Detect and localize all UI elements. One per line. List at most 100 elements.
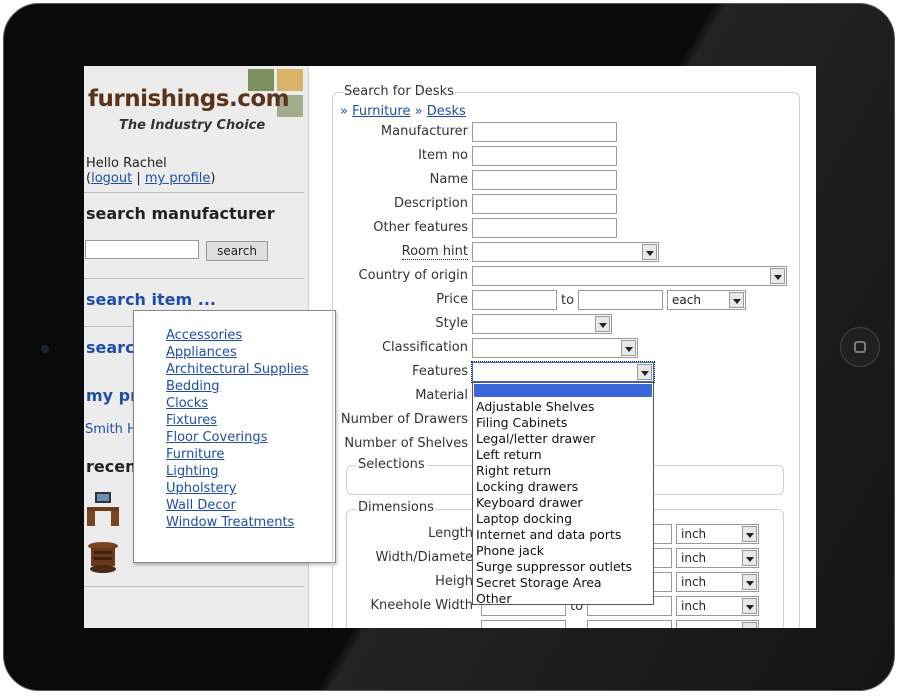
dimension-unit-select[interactable]: inch	[676, 548, 759, 568]
screen: furnishings.com The Industry Choice Hell…	[84, 66, 816, 628]
chevron-down-icon	[742, 622, 757, 628]
country-select[interactable]	[472, 266, 787, 286]
room-hint-select[interactable]	[472, 242, 659, 262]
my-profile-heading[interactable]: my pr	[86, 386, 138, 405]
unit-value: inch	[681, 551, 707, 565]
my-profile-link[interactable]: my profile	[145, 171, 211, 186]
feature-option[interactable]: Surge suppressor outlets	[476, 559, 632, 574]
feature-option[interactable]: Adjustable Shelves	[476, 399, 594, 414]
dimension-label: Kneehole Width	[370, 598, 473, 613]
camera-icon	[41, 345, 49, 353]
dimension-label: Length	[428, 526, 473, 541]
name-label: Name	[429, 172, 468, 187]
category-menu: Accessories Appliances Architectural Sup…	[133, 310, 336, 563]
price-min-field[interactable]	[472, 290, 557, 310]
category-link[interactable]: Upholstery	[166, 480, 236, 497]
recent-heading: recen	[86, 457, 137, 476]
selections-legend: Selections	[356, 457, 427, 472]
feature-option[interactable]: Other	[476, 591, 512, 606]
category-link[interactable]: Accessories	[166, 327, 242, 344]
dimension-max-field[interactable]	[587, 620, 672, 628]
breadcrumb-desks[interactable]: Desks	[427, 104, 466, 119]
dimension-label: Width/Diamete	[375, 550, 474, 565]
dimension-unit-select[interactable]: inch	[676, 572, 759, 592]
dimension-unit-select[interactable]: inch	[676, 524, 759, 544]
chevron-down-icon	[742, 574, 757, 590]
highlighted-option[interactable]	[474, 384, 652, 397]
category-link[interactable]: Bedding	[166, 378, 220, 395]
category-link[interactable]: Clocks	[166, 395, 208, 412]
unit-value: inch	[681, 527, 707, 541]
site-logo[interactable]: furnishings.com	[88, 86, 290, 112]
form-legend: Search for Desks	[343, 84, 455, 99]
item-no-field[interactable]	[472, 146, 617, 166]
category-link[interactable]: Appliances	[166, 344, 237, 361]
dimension-label: Heigh	[435, 574, 473, 589]
name-field[interactable]	[472, 170, 617, 190]
divider	[84, 192, 304, 193]
other-features-label: Other features	[373, 220, 468, 235]
feature-option[interactable]: Filing Cabinets	[476, 415, 567, 430]
partial-link[interactable]: Smith H	[85, 422, 137, 437]
unit-value: inch	[681, 599, 707, 613]
other-features-field[interactable]	[472, 218, 617, 238]
separator: |	[132, 171, 145, 186]
feature-option[interactable]: Right return	[476, 463, 551, 478]
breadcrumb-sep: »	[340, 104, 348, 119]
dimension-unit-select[interactable]: inch	[676, 596, 759, 616]
price-label: Price	[436, 292, 468, 307]
feature-option[interactable]: Secret Storage Area	[476, 575, 602, 590]
feature-option[interactable]: Phone jack	[476, 543, 544, 558]
drawers-label: Number of Drawers	[340, 412, 468, 427]
price-max-field[interactable]	[578, 290, 663, 310]
paren-close: )	[210, 171, 216, 186]
chevron-down-icon	[621, 340, 636, 356]
search-manufacturer-heading: search manufacturer	[86, 204, 275, 223]
chevron-down-icon	[642, 244, 657, 260]
chevron-down-icon	[637, 364, 652, 380]
desk-thumbnail-2[interactable]	[85, 540, 121, 574]
dimension-min-field[interactable]	[481, 620, 566, 628]
description-field[interactable]	[472, 194, 617, 214]
logout-link[interactable]: logout	[91, 171, 132, 186]
country-label: Country of origin	[358, 268, 468, 283]
dimension-unit-select[interactable]	[676, 620, 759, 628]
manufacturer-search-input[interactable]	[85, 240, 199, 259]
category-link[interactable]: Floor Coverings	[166, 429, 267, 446]
breadcrumb: » Furniture » Desks	[340, 104, 466, 119]
category-link[interactable]: Lighting	[166, 463, 219, 480]
style-select[interactable]	[472, 314, 612, 334]
category-link[interactable]: Window Treatments	[166, 514, 294, 531]
unit-value: inch	[681, 575, 707, 589]
shelves-label: Number of Shelves	[344, 436, 468, 451]
breadcrumb-furniture[interactable]: Furniture	[352, 104, 410, 119]
feature-option[interactable]: Internet and data ports	[476, 527, 621, 542]
classification-select[interactable]	[472, 338, 638, 358]
room-hint-label[interactable]: Room hint	[401, 244, 468, 260]
divider	[84, 278, 304, 279]
search-button[interactable]: search	[206, 241, 268, 261]
feature-option[interactable]: Locking drawers	[476, 479, 578, 494]
category-link[interactable]: Wall Decor	[166, 497, 236, 514]
price-unit-select[interactable]: each	[667, 290, 746, 310]
home-button[interactable]	[840, 327, 880, 367]
feature-option[interactable]: Laptop docking	[476, 511, 572, 526]
chevron-down-icon	[742, 526, 757, 542]
features-select[interactable]	[471, 361, 655, 383]
feature-option[interactable]: Legal/letter drawer	[476, 431, 595, 446]
feature-option[interactable]: Left return	[476, 447, 542, 462]
feature-option[interactable]: Keyboard drawer	[476, 495, 583, 510]
category-link[interactable]: Furniture	[166, 446, 224, 463]
desk-thumbnail-1[interactable]	[85, 492, 121, 526]
chevron-down-icon	[742, 550, 757, 566]
features-label: Features	[412, 364, 468, 379]
category-link[interactable]: Architectural Supplies	[166, 361, 309, 378]
search-item-heading[interactable]: search item ...	[86, 290, 216, 309]
dimensions-legend: Dimensions	[356, 500, 436, 515]
search-heading-2[interactable]: searc	[86, 338, 135, 357]
manufacturer-field[interactable]	[472, 122, 617, 142]
style-label: Style	[435, 316, 468, 331]
user-links: (logout | my profile)	[86, 171, 215, 186]
price-to-label: to	[561, 293, 575, 308]
category-link[interactable]: Fixtures	[166, 412, 217, 429]
